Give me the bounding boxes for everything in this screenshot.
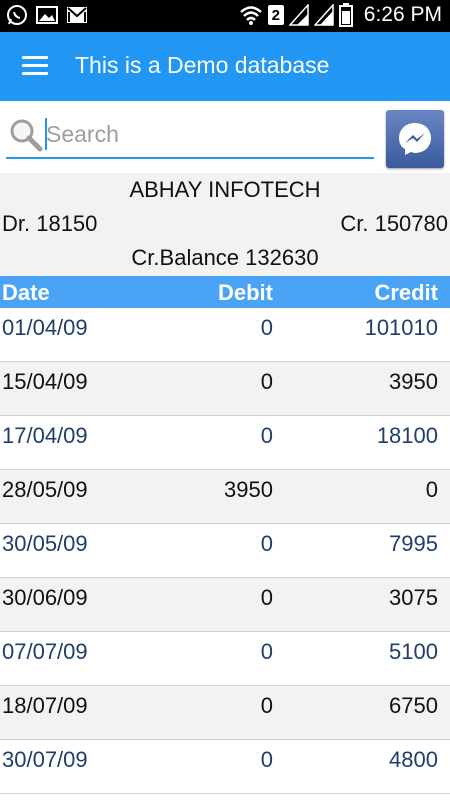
cell-date: 18/07/09 — [2, 693, 88, 718]
cell-date: 30/05/09 — [2, 531, 88, 556]
app-bar: This is a Demo database — [0, 32, 450, 101]
cell-debit: 0 — [260, 747, 273, 772]
cell-credit: 0 — [425, 477, 438, 502]
app-title: This is a Demo database — [75, 52, 330, 78]
whatsapp-icon — [7, 5, 27, 25]
status-bar: 2 6:26 PM — [0, 0, 450, 32]
company-name: ABHAY INFOTECH — [129, 177, 321, 202]
image-icon — [36, 6, 58, 24]
clock: 6:26 PM — [363, 3, 442, 26]
cell-date: 28/05/09 — [2, 477, 88, 502]
cell-date: 30/06/09 — [2, 585, 88, 610]
account-summary: ABHAY INFOTECH Dr. 18150 Cr. 150780 Cr.B… — [0, 173, 450, 276]
debit-total: Dr. 18150 — [2, 211, 98, 236]
search-bar — [0, 101, 450, 173]
search-underline — [6, 157, 374, 159]
text-cursor — [45, 118, 47, 150]
table-row[interactable]: 01/04/09 0 101010 — [0, 308, 450, 362]
gmail-icon — [67, 7, 87, 23]
wifi-icon — [239, 6, 262, 25]
cell-date: 30/07/09 — [2, 747, 88, 772]
cell-credit: 101010 — [364, 315, 438, 340]
notification-icons — [6, 4, 88, 26]
signal-icon — [313, 4, 334, 26]
cell-debit: 3950 — [224, 477, 273, 502]
cell-credit: 7995 — [389, 531, 438, 556]
cell-debit: 0 — [260, 639, 273, 664]
system-icons: 2 6:26 PM — [239, 3, 442, 27]
cell-credit: 18100 — [376, 423, 438, 448]
signal-icon — [288, 4, 309, 26]
cell-debit: 0 — [260, 693, 273, 718]
cell-debit: 0 — [260, 369, 273, 394]
cell-date: 17/04/09 — [2, 423, 88, 448]
search-icon — [10, 119, 43, 152]
cell-credit: 6750 — [389, 693, 438, 718]
hamburger-menu-icon[interactable] — [22, 56, 48, 78]
column-header-credit: Credit — [374, 280, 438, 305]
table-row[interactable]: 07/07/09 0 5100 — [0, 632, 450, 686]
sim-badge: 2 — [267, 5, 284, 25]
cell-debit: 0 — [260, 423, 273, 448]
table-row[interactable]: 30/07/09 0 4800 — [0, 740, 450, 794]
column-header-debit: Debit — [218, 280, 273, 305]
ledger-table: 01/04/09 0 101010 15/04/09 0 3950 17/04/… — [0, 308, 450, 794]
table-row[interactable]: 28/05/09 3950 0 — [0, 470, 450, 524]
table-row[interactable]: 18/07/09 0 6750 — [0, 686, 450, 740]
credit-total: Cr. 150780 — [340, 211, 448, 236]
cell-credit: 3075 — [389, 585, 438, 610]
balance: Cr.Balance 132630 — [131, 245, 319, 270]
cell-debit: 0 — [260, 531, 273, 556]
cell-debit: 0 — [260, 315, 273, 340]
cell-date: 01/04/09 — [2, 315, 88, 340]
cell-debit: 0 — [260, 585, 273, 610]
cell-credit: 3950 — [389, 369, 438, 394]
cell-date: 07/07/09 — [2, 639, 88, 664]
table-row[interactable]: 15/04/09 0 3950 — [0, 362, 450, 416]
messenger-icon — [399, 123, 431, 155]
table-header: Date Debit Credit — [0, 276, 450, 308]
table-row[interactable]: 17/04/09 0 18100 — [0, 416, 450, 470]
cell-credit: 4800 — [389, 747, 438, 772]
cell-credit: 5100 — [389, 639, 438, 664]
table-row[interactable]: 30/05/09 0 7995 — [0, 524, 450, 578]
messenger-button[interactable] — [386, 110, 444, 168]
battery-icon — [338, 3, 353, 27]
search-input[interactable] — [46, 115, 368, 153]
column-header-date: Date — [2, 280, 50, 305]
cell-date: 15/04/09 — [2, 369, 88, 394]
table-row[interactable]: 30/06/09 0 3075 — [0, 578, 450, 632]
